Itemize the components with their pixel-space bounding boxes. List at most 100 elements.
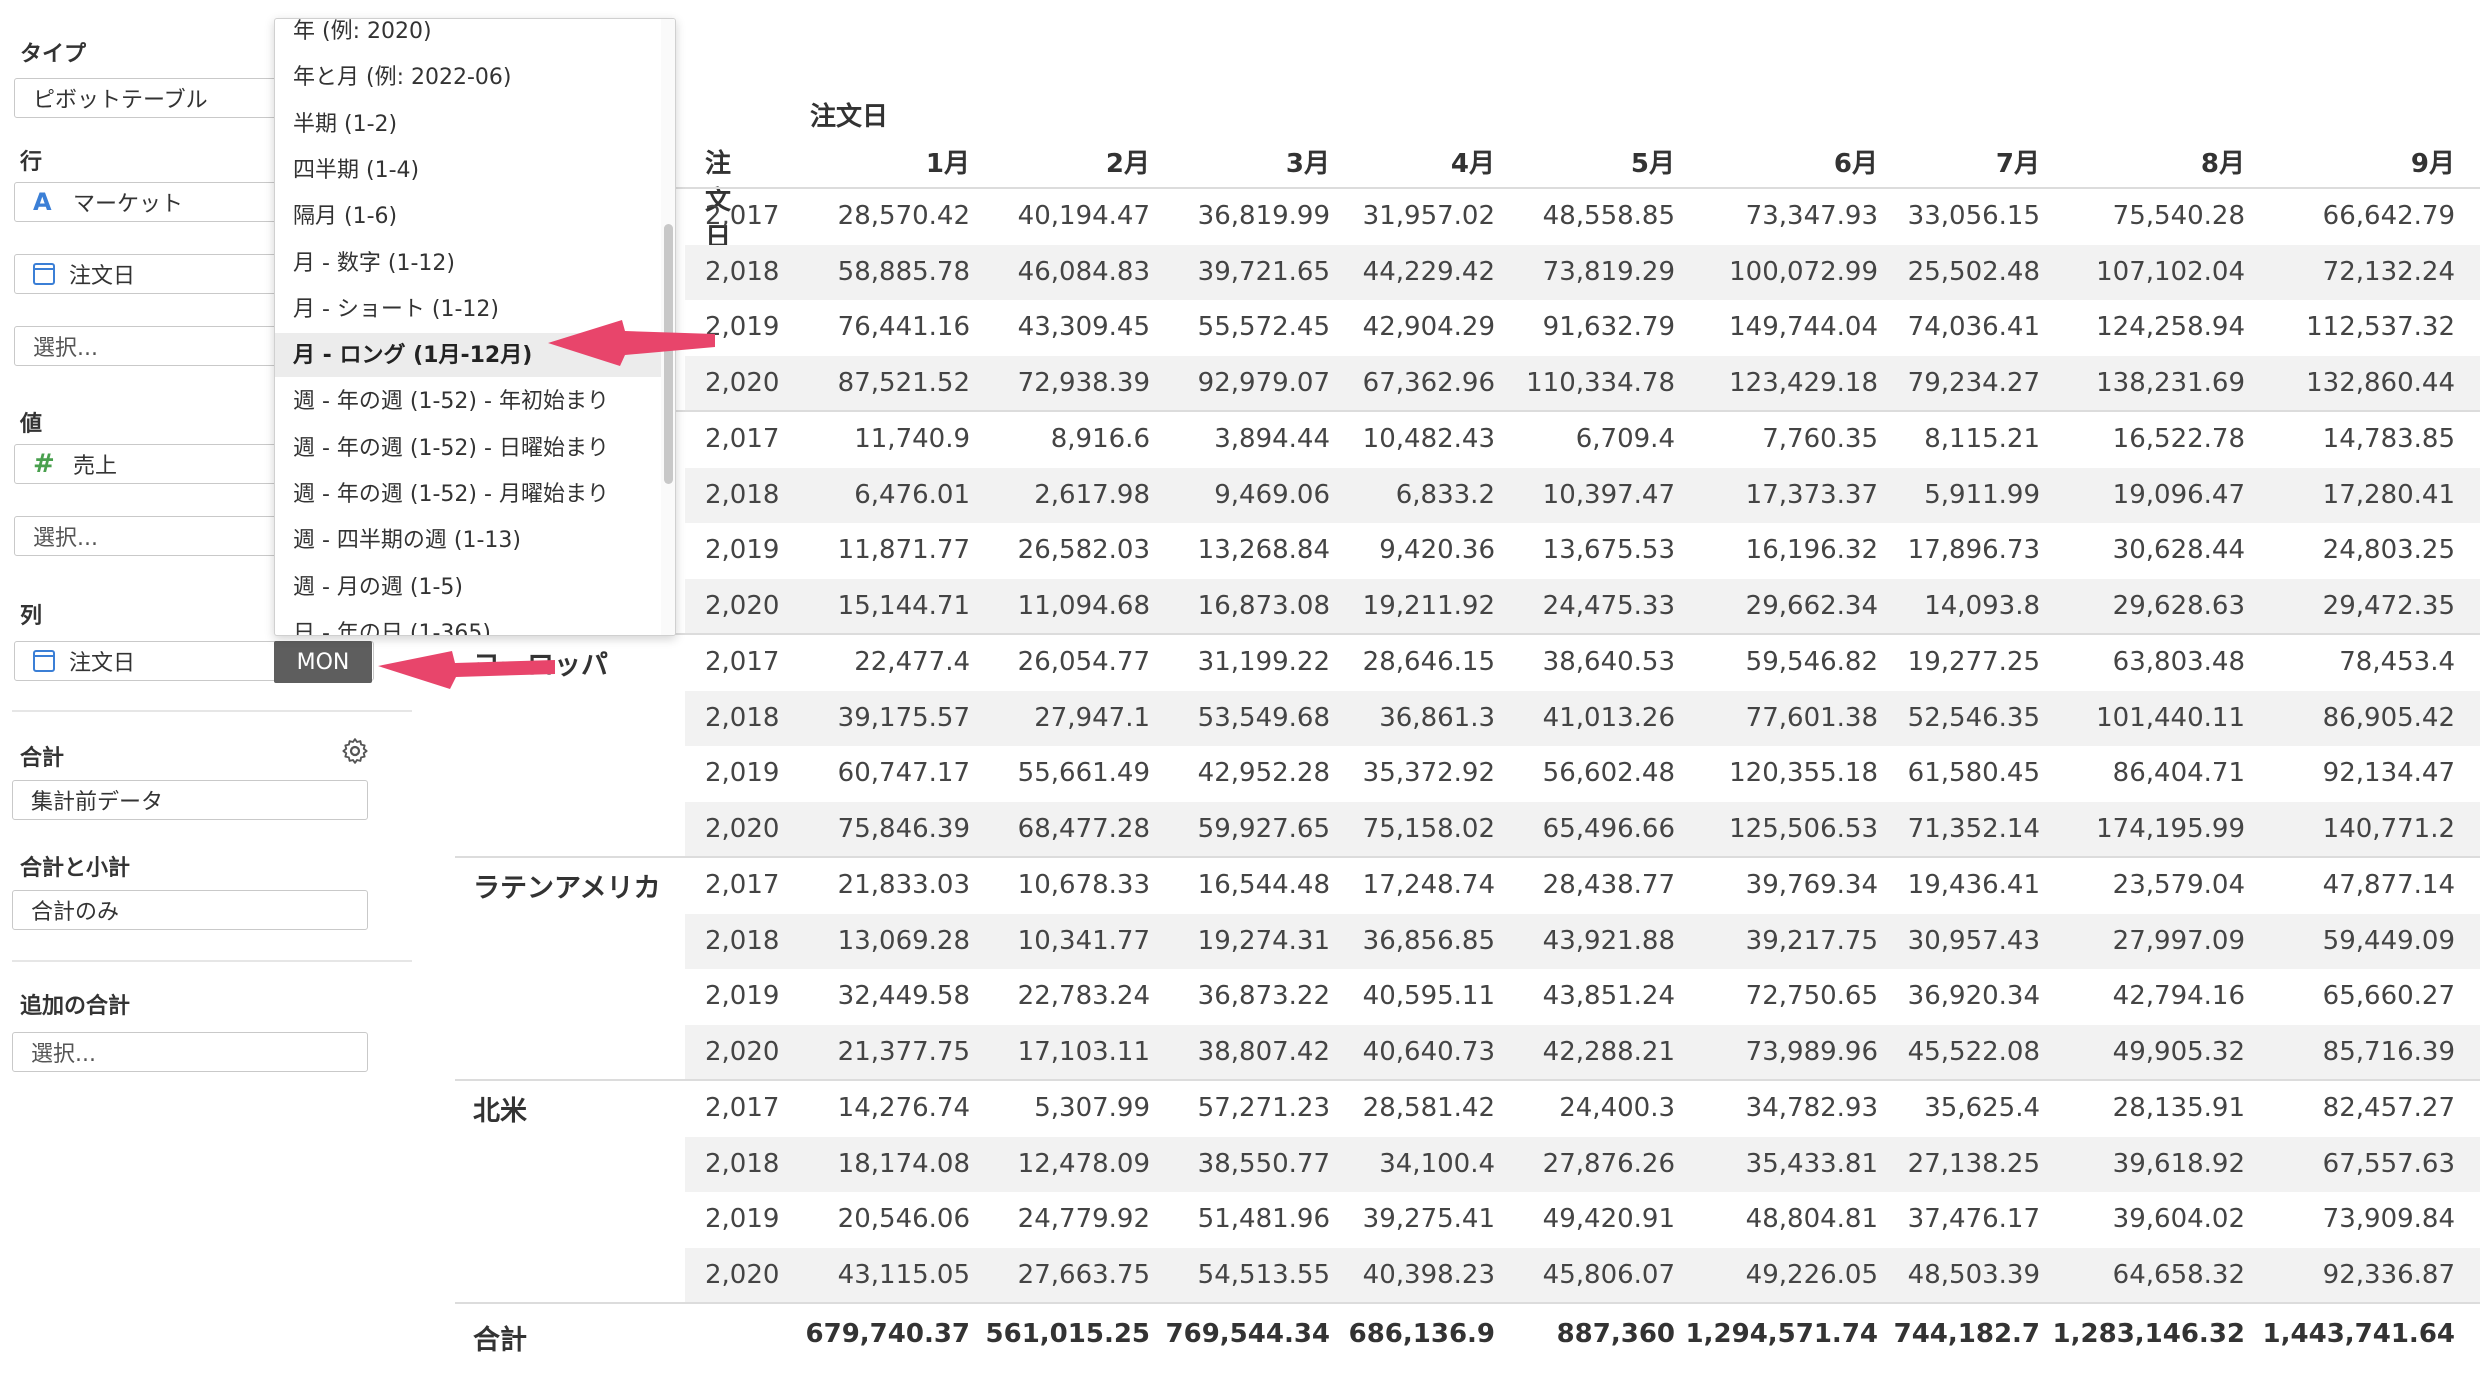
dropdown-option[interactable]: 週 - 月の週 (1-5): [293, 569, 463, 601]
dropdown-option[interactable]: 年と月 (例: 2022-06): [293, 59, 512, 91]
date-unit-dropdown: 年 (例: 2020) 年と月 (例: 2022-06) 半期 (1-2) 四半期 (…: [274, 18, 676, 636]
value-cell: 64,658.32: [2112, 1259, 2245, 1290]
value-cell: 14,783.85: [2322, 424, 2455, 454]
row-field-market-label: マーケット: [73, 192, 184, 217]
value-cell: 112,537.32: [2306, 312, 2455, 342]
total-divider: [455, 1302, 2480, 1304]
divider: [12, 710, 412, 712]
total-row-label: 合計: [473, 1325, 527, 1356]
value-cell: 47,877.14: [2322, 870, 2455, 900]
value-cell: 19,436.41: [1907, 870, 2040, 900]
value-cell: 110,334.78: [1526, 367, 1675, 398]
value-cell: 42,288.21: [1542, 1036, 1675, 1067]
group-divider: [455, 187, 2480, 189]
value-cell: 78,453.4: [2339, 647, 2455, 677]
value-cell: 66,642.79: [2322, 201, 2455, 231]
value-cell: 33,056.15: [1907, 201, 2040, 231]
aggregate-select[interactable]: 集計前データ: [12, 780, 368, 820]
value-cell: 43,851.24: [1542, 981, 1675, 1011]
value-cell: 174,195.99: [2096, 813, 2245, 844]
value-cell: 19,277.25: [1907, 647, 2040, 677]
value-cell: 71,352.14: [1907, 813, 2040, 844]
column-group-header: 注文日: [810, 102, 889, 132]
row-add-placeholder: 選択...: [33, 336, 98, 361]
value-cell: 49,905.32: [2112, 1036, 2245, 1067]
value-cell: 24,400.3: [1559, 1093, 1675, 1123]
value-cell: 39,604.02: [2112, 1204, 2245, 1234]
value-cell: 65,660.27: [2322, 981, 2455, 1011]
value-cell: 74,036.41: [1907, 312, 2040, 342]
value-cell: 48,558.85: [1542, 201, 1675, 231]
dropdown-option[interactable]: 月 - ロング (1月-12月): [293, 337, 532, 369]
value-cell: 61,580.45: [1907, 758, 2040, 788]
value-cell: 14,093.8: [1924, 590, 2040, 621]
type-label: タイプ: [20, 42, 87, 67]
dropdown-option[interactable]: 週 - 年の週 (1-52) - 月曜始まり: [293, 476, 609, 508]
calendar-icon: [33, 650, 55, 672]
dropdown-option[interactable]: 週 - 四半期の週 (1-13): [293, 522, 521, 554]
subtotal-select[interactable]: 合計のみ: [12, 890, 368, 930]
value-cell: 39,618.92: [2112, 1148, 2245, 1179]
value-cell: 36,920.34: [1907, 981, 2040, 1011]
dropdown-option[interactable]: 日 - 年の日 (1-365): [293, 615, 491, 635]
dropdown-scrollbar[interactable]: [664, 224, 673, 484]
value-cell: 73,909.84: [2322, 1204, 2455, 1234]
value-cell: 132,860.44: [2306, 367, 2455, 398]
value-cell: 124,258.94: [2096, 312, 2245, 342]
value-cell: 5,911.99: [1924, 479, 2040, 510]
extra-total-select[interactable]: 選択...: [12, 1032, 368, 1072]
month-column-header[interactable]: 2月: [950, 143, 1150, 180]
value-cell: 43,921.88: [1542, 925, 1675, 956]
dropdown-option[interactable]: 半期 (1-2): [293, 106, 397, 138]
pivot-table: 注文日 注文日 1月 2月 3月 4月 5月 6月 7月 8月 9月 2,017 28,570.42…: [455, 0, 2480, 1386]
group-divider: [455, 856, 2480, 858]
gear-icon[interactable]: [340, 736, 370, 766]
month-column-header[interactable]: 5月: [1475, 143, 1675, 180]
value-cell: 72,132.24: [2322, 256, 2455, 287]
value-cell: 42,794.16: [2112, 981, 2245, 1011]
value-add-placeholder: 選択...: [33, 526, 98, 551]
row-field-order-date-label: 注文日: [69, 264, 136, 289]
dropdown-option[interactable]: 月 - ショート (1-12): [293, 291, 499, 323]
month-column-header[interactable]: 4月: [1295, 143, 1495, 180]
market-label: 北米: [473, 1096, 527, 1127]
value-field-sales-label: 売上: [73, 454, 118, 479]
month-column-header[interactable]: 7月: [1840, 143, 2040, 180]
value-cell: 85,716.39: [2322, 1036, 2455, 1067]
value-label: 値: [20, 412, 43, 437]
value-cell: 19,096.47: [2112, 479, 2245, 510]
dropdown-option[interactable]: 週 - 年の週 (1-52) - 日曜始まり: [293, 430, 609, 462]
dropdown-option[interactable]: 月 - 数字 (1-12): [293, 245, 455, 277]
month-column-header[interactable]: 9月: [2255, 143, 2455, 180]
value-cell: 27,876.26: [1542, 1148, 1675, 1179]
value-cell: 17,280.41: [2322, 479, 2455, 510]
value-cell: 30,957.43: [1907, 925, 2040, 956]
dropdown-option[interactable]: 四半期 (1-4): [293, 152, 419, 184]
total-cell: 1,283,146.32: [2052, 1319, 2245, 1349]
total-cell: 1,443,741.64: [2262, 1319, 2455, 1349]
value-cell: 140,771.2: [2322, 813, 2455, 844]
value-cell: 24,803.25: [2322, 535, 2455, 565]
month-column-header[interactable]: 1月: [770, 143, 970, 180]
dropdown-option[interactable]: 隔月 (1-6): [293, 198, 397, 230]
text-type-icon: A: [33, 188, 52, 216]
value-cell: 79,234.27: [1907, 367, 2040, 398]
value-cell: 63,803.48: [2112, 647, 2245, 677]
value-cell: 28,438.77: [1542, 870, 1675, 900]
column-field-order-date-label: 注文日: [69, 651, 136, 676]
dropdown-option[interactable]: 週 - 年の週 (1-52) - 年初始まり: [293, 383, 609, 415]
value-cell: 25,502.48: [1907, 256, 2040, 287]
subtotal-value: 合計のみ: [31, 900, 120, 925]
month-column-header[interactable]: 8月: [2045, 143, 2245, 180]
date-unit-button[interactable]: MON: [274, 641, 372, 683]
value-cell: 24,475.33: [1542, 590, 1675, 621]
chart-type-value: ピボットテーブル: [33, 88, 208, 113]
value-cell: 65,496.66: [1542, 813, 1675, 844]
market-label: ラテンアメリカ: [473, 873, 661, 904]
aggregate-value: 集計前データ: [31, 790, 164, 815]
value-cell: 6,709.4: [1575, 424, 1675, 454]
value-cell: 101,440.11: [2096, 702, 2245, 733]
value-cell: 17,896.73: [1907, 535, 2040, 565]
dropdown-option[interactable]: 年 (例: 2020): [293, 19, 432, 45]
subtotal-label: 合計と小計: [20, 856, 131, 881]
